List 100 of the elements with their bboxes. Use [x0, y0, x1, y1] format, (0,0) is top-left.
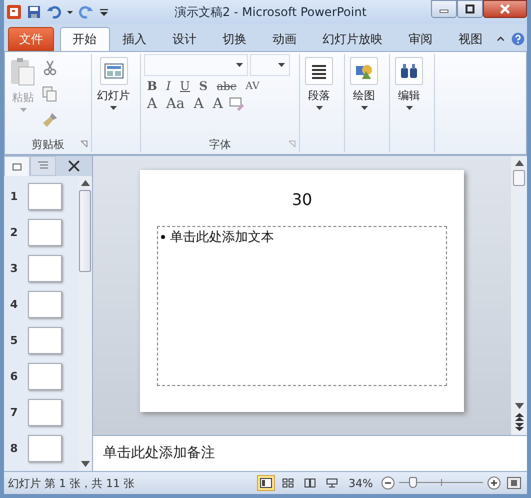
slides-button[interactable]: 幻灯片 [95, 54, 132, 152]
app-icon[interactable] [6, 4, 22, 20]
ribbon-tab[interactable]: 视图 [446, 27, 496, 51]
ribbon-tab[interactable]: 切换 [210, 27, 260, 51]
ribbon-tab[interactable]: 幻灯片放映 [310, 27, 396, 51]
caret-icon [20, 108, 26, 112]
slide-number: 2 [9, 226, 19, 239]
clipboard-icon [10, 57, 36, 87]
slide-thumbnail[interactable] [28, 291, 62, 318]
slider-thumb[interactable] [409, 477, 418, 488]
slide-thumbnail[interactable] [28, 219, 62, 246]
group-label: 剪贴板 [32, 136, 64, 152]
outline-tab[interactable] [30, 156, 56, 176]
scroll-down-icon[interactable] [80, 461, 90, 467]
maximize-icon [465, 4, 475, 14]
ribbon-button[interactable]: 编辑 [393, 54, 425, 152]
minimize-button[interactable] [431, 0, 457, 18]
ribbon-button[interactable]: 段落 [303, 54, 335, 152]
slide-icon [12, 162, 22, 172]
group-label: 字体 [209, 136, 231, 152]
slide[interactable]: 30 单击此处添加文本 [140, 170, 464, 412]
copy-icon[interactable] [42, 86, 58, 102]
font-size-field[interactable] [250, 54, 290, 76]
font-format-button[interactable]: AV [242, 80, 262, 92]
ribbon-tab[interactable]: 动画 [260, 27, 310, 51]
scrollbar[interactable] [78, 176, 92, 471]
layout-icon [100, 57, 128, 85]
fit-icon [507, 477, 521, 489]
caret-icon [316, 106, 322, 110]
zoom-in-button[interactable] [487, 476, 501, 490]
font-format-button[interactable]: abc [214, 80, 240, 92]
caret-icon [278, 63, 285, 67]
brush-icon[interactable] [42, 112, 58, 128]
file-tab[interactable]: 文件 [8, 27, 54, 51]
ribbon-tab[interactable]: 开始 [60, 27, 110, 51]
ribbon-tab[interactable]: 设计 [160, 27, 210, 51]
close-button[interactable] [483, 0, 527, 18]
caret-icon [110, 106, 117, 110]
scroll-up-icon[interactable] [80, 180, 90, 186]
slide-number: 7 [9, 406, 19, 419]
ribbon-tab[interactable]: 审阅 [396, 27, 446, 51]
binoculars-icon [399, 61, 419, 81]
slide-thumbnail[interactable] [28, 255, 62, 282]
normal-view-icon [260, 478, 272, 488]
undo-icon[interactable] [46, 4, 62, 20]
scroll-up-icon[interactable] [514, 160, 524, 166]
font-size-button[interactable]: Aa [163, 96, 188, 112]
font-size-button[interactable]: A [190, 96, 207, 112]
ribbon-tab[interactable]: 插入 [110, 27, 160, 51]
zoom-slider[interactable] [399, 476, 483, 490]
slide-counter: 幻灯片 第 1 张，共 11 张 [8, 476, 134, 490]
font-format-button[interactable]: S [196, 79, 211, 93]
outline-icon [37, 161, 49, 171]
slide-number: 5 [9, 334, 19, 347]
font-format-button[interactable]: I [163, 79, 174, 93]
scroll-down-icon[interactable] [514, 403, 524, 409]
fit-to-window-button[interactable] [505, 477, 523, 489]
slide-thumbnail[interactable] [28, 327, 62, 354]
customize-icon[interactable] [98, 6, 110, 18]
bullet-icon [161, 235, 165, 239]
window-title: 演示文稿2 - Microsoft PowerPoint [173, 4, 368, 20]
font-size-button[interactable]: A [210, 96, 226, 112]
clear-format-icon[interactable] [228, 96, 245, 112]
help-icon[interactable] [510, 30, 525, 48]
plus-icon [487, 476, 501, 490]
font-name-field[interactable] [144, 54, 248, 76]
zoom-out-button[interactable] [381, 476, 395, 490]
scroll-thumb[interactable] [513, 170, 525, 186]
caret-icon[interactable] [66, 8, 74, 16]
ribbon-button[interactable]: 绘图 [348, 54, 380, 152]
close-pane-button[interactable] [56, 156, 92, 176]
caret-icon [360, 106, 368, 110]
page-arrows-icon[interactable] [514, 413, 524, 431]
view-button[interactable] [256, 475, 275, 491]
slide-number: 6 [9, 370, 19, 383]
slide-thumbnail[interactable] [28, 399, 62, 426]
font-size-button[interactable]: A [144, 96, 160, 112]
font-format-button[interactable]: U [176, 79, 194, 93]
slide-number: 8 [9, 442, 19, 455]
minus-icon [381, 476, 395, 490]
slide-title: 30 [292, 190, 312, 211]
slide-number: 1 [9, 190, 19, 203]
zoom-level[interactable]: 34% [348, 476, 373, 490]
notes-field[interactable]: 单击此处添加备注 [93, 435, 527, 471]
slide-thumbnail[interactable] [28, 183, 62, 210]
save-icon[interactable] [26, 4, 42, 20]
font-format-button[interactable]: B [144, 79, 160, 93]
maximize-button[interactable] [457, 0, 483, 18]
slide-number: 4 [9, 298, 19, 311]
screen-icon [326, 478, 338, 488]
slide-thumbnail[interactable] [28, 435, 62, 462]
body-placeholder: 单击此处添加文本 [170, 229, 274, 246]
dialog-launcher-icon[interactable] [80, 140, 88, 148]
scrollbar[interactable] [511, 156, 527, 435]
close-icon [68, 160, 80, 172]
slides-tab[interactable] [4, 156, 30, 176]
book-icon [304, 478, 316, 488]
cut-icon[interactable] [42, 60, 58, 76]
scroll-thumb[interactable] [79, 190, 91, 272]
slide-thumbnail[interactable] [28, 363, 62, 390]
